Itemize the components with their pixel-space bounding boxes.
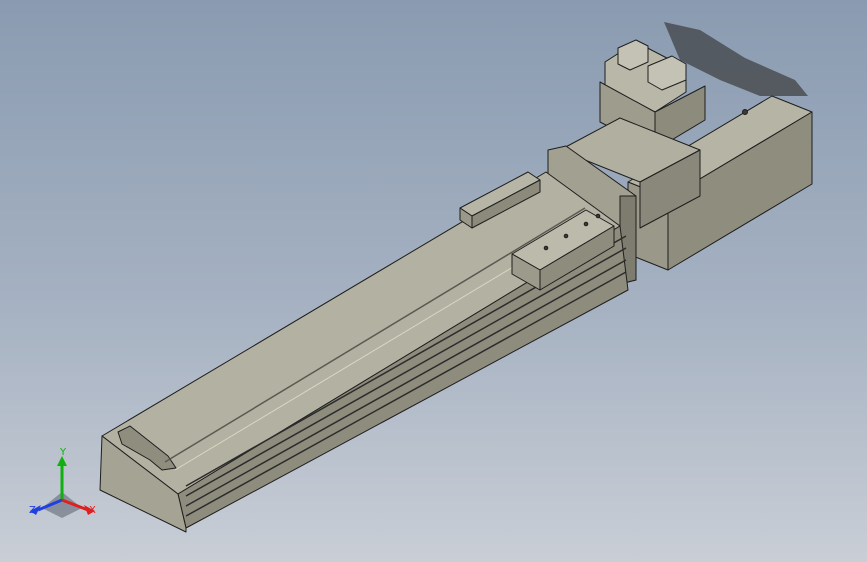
y-axis-label: Y bbox=[60, 447, 67, 458]
carriage-bolt-2 bbox=[563, 233, 569, 239]
linear-actuator-model[interactable] bbox=[0, 0, 867, 562]
carriage-bolt-1 bbox=[543, 245, 549, 251]
x-axis-label: X bbox=[89, 505, 96, 516]
graphics-viewport[interactable]: Y Z X bbox=[0, 0, 867, 562]
carriage-bolt-4 bbox=[595, 213, 601, 219]
view-orientation-triad[interactable]: Y Z X bbox=[22, 448, 112, 528]
z-axis-label: Z bbox=[29, 505, 36, 516]
triad-graphic bbox=[30, 456, 95, 518]
motor-housing-screw bbox=[742, 109, 748, 115]
carriage-bolt-3 bbox=[583, 221, 589, 227]
